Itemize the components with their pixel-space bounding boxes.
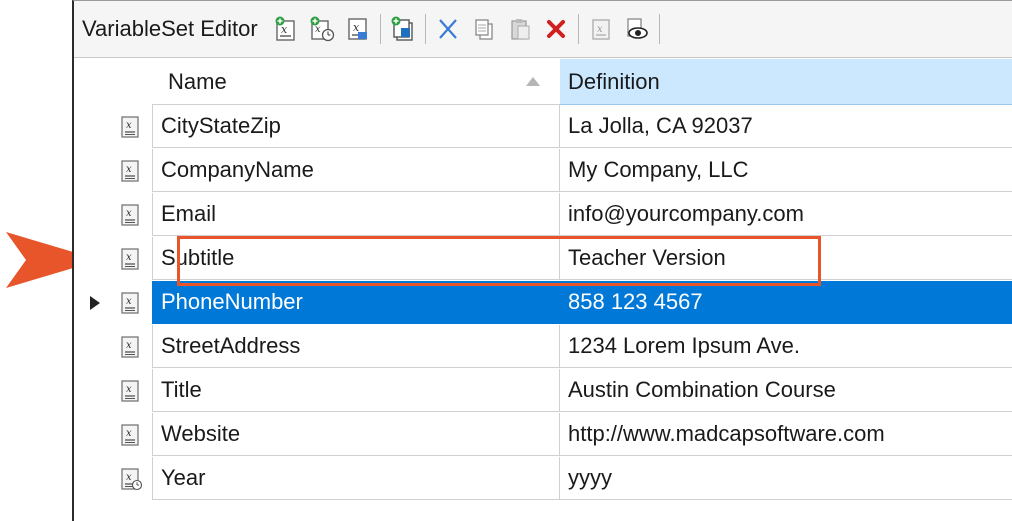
cell-definition[interactable]: info@yourcompany.com xyxy=(560,193,1012,236)
svg-text:x: x xyxy=(126,252,132,263)
svg-text:x: x xyxy=(126,428,132,439)
table-row[interactable]: x CityStateZip La Jolla, CA 92037 xyxy=(74,105,1012,149)
table-row[interactable]: x Year yyyy xyxy=(74,457,1012,501)
current-row-indicator-icon xyxy=(90,296,100,310)
edit-variable-icon: x xyxy=(348,18,367,40)
add-variable-set-icon xyxy=(391,16,413,41)
svg-text:x: x xyxy=(126,384,132,395)
cell-name[interactable]: Year xyxy=(152,457,560,500)
svg-text:x: x xyxy=(315,24,321,35)
table-row[interactable]: x PhoneNumber 858 123 4567 xyxy=(74,281,1012,325)
cell-definition[interactable]: La Jolla, CA 92037 xyxy=(560,105,1012,148)
copy-icon xyxy=(475,19,493,40)
add-datetime-variable-icon: x xyxy=(310,16,334,42)
cell-definition[interactable]: My Company, LLC xyxy=(560,149,1012,192)
svg-text:x: x xyxy=(126,164,132,175)
svg-text:x: x xyxy=(126,296,132,307)
svg-text:x: x xyxy=(126,208,132,219)
table-row[interactable]: x Website http://www.madcapsoftware.com xyxy=(74,413,1012,457)
preview-button[interactable] xyxy=(619,9,655,49)
cell-name[interactable]: Subtitle xyxy=(152,237,560,280)
text-variable-icon: x xyxy=(121,380,139,402)
add-datetime-variable-button[interactable]: x xyxy=(304,9,340,49)
add-variable-button[interactable]: x xyxy=(268,9,304,49)
text-variable-icon: x xyxy=(121,160,139,182)
delete-button[interactable] xyxy=(538,9,574,49)
variableset-editor-panel: VariableSet Editor x x x x Name Definiti… xyxy=(72,0,1012,521)
add-variable-set-button[interactable] xyxy=(385,9,421,49)
toolbar-separator xyxy=(658,14,660,44)
cell-name[interactable]: CityStateZip xyxy=(152,105,560,148)
cell-name[interactable]: Website xyxy=(152,413,560,456)
table-row[interactable]: x StreetAddress 1234 Lorem Ipsum Ave. xyxy=(74,325,1012,369)
toolbar-separator xyxy=(379,14,381,44)
svg-text:x: x xyxy=(126,340,132,351)
toolbar: VariableSet Editor x x x x xyxy=(74,1,1012,58)
cell-name[interactable]: PhoneNumber xyxy=(152,281,560,324)
preview-icon xyxy=(627,18,648,39)
paste-button[interactable] xyxy=(502,9,538,49)
cell-definition[interactable]: 1234 Lorem Ipsum Ave. xyxy=(560,325,1012,368)
grid-header: Name Definition xyxy=(74,59,1012,105)
table-row[interactable]: x Email info@yourcompany.com xyxy=(74,193,1012,237)
text-variable-icon: x xyxy=(121,204,139,226)
column-header-definition[interactable]: Definition xyxy=(560,59,1012,105)
add-variable-icon: x xyxy=(275,16,295,41)
text-variable-icon: x xyxy=(121,424,139,446)
datetime-variable-icon: x xyxy=(121,468,142,491)
cell-definition[interactable]: 858 123 4567 xyxy=(560,281,1012,324)
cell-name[interactable]: Title xyxy=(152,369,560,412)
table-row[interactable]: x Subtitle Teacher Version xyxy=(74,237,1012,281)
cell-definition[interactable]: Austin Combination Course xyxy=(560,369,1012,412)
cell-definition[interactable]: Teacher Version xyxy=(560,237,1012,280)
svg-text:x: x xyxy=(126,120,132,131)
cut-button[interactable] xyxy=(430,9,466,49)
table-row[interactable]: x CompanyName My Company, LLC xyxy=(74,149,1012,193)
column-header-name[interactable]: Name xyxy=(152,59,561,105)
column-header-definition-label: Definition xyxy=(568,68,660,94)
toolbar-separator xyxy=(424,14,426,44)
table-row[interactable]: x Title Austin Combination Course xyxy=(74,369,1012,413)
paste-icon xyxy=(511,19,530,40)
text-variable-icon: x xyxy=(121,248,139,270)
column-header-name-label: Name xyxy=(168,68,227,94)
toolbar-separator xyxy=(577,14,579,44)
text-variable-icon: x xyxy=(121,292,139,314)
cell-name[interactable]: StreetAddress xyxy=(152,325,560,368)
cell-definition[interactable]: yyyy xyxy=(560,457,1012,500)
cell-definition[interactable]: http://www.madcapsoftware.com xyxy=(560,413,1012,456)
variable-properties-button[interactable]: x xyxy=(583,9,619,49)
cell-name[interactable]: Email xyxy=(152,193,560,236)
svg-text:x: x xyxy=(126,472,132,483)
cut-icon xyxy=(438,19,457,39)
editor-title: VariableSet Editor xyxy=(82,16,258,41)
edit-variable-button[interactable]: x xyxy=(340,9,376,49)
text-variable-icon: x xyxy=(121,116,139,138)
delete-icon xyxy=(546,20,565,38)
sort-ascending-icon xyxy=(526,77,540,86)
cell-name[interactable]: CompanyName xyxy=(152,149,560,192)
svg-text:x: x xyxy=(597,24,603,35)
copy-button[interactable] xyxy=(466,9,502,49)
variable-icon: x xyxy=(592,19,610,40)
variables-grid: Name Definition x CityStateZip La Jolla, C… xyxy=(74,59,1012,500)
text-variable-icon: x xyxy=(121,336,139,358)
